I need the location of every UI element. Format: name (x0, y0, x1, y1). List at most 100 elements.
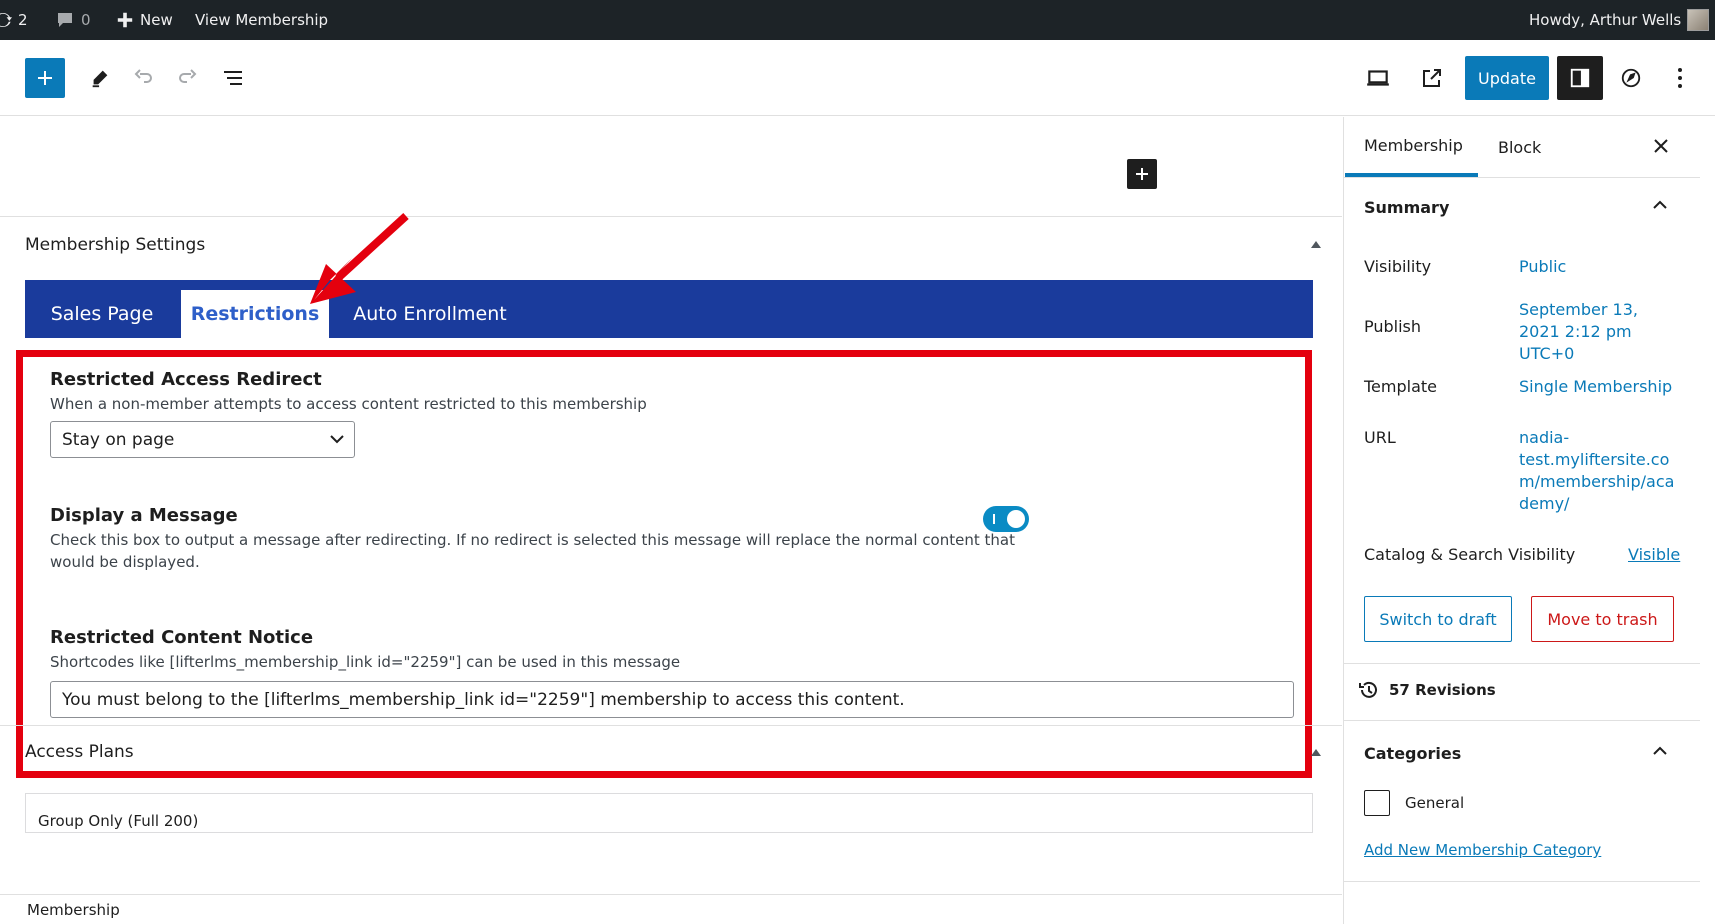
redirect-title: Restricted Access Redirect (50, 369, 322, 390)
redirect-select[interactable]: Stay on page (50, 421, 355, 458)
admin-bar: 2 0 New View Membership Howdy, Arthur We… (0, 0, 1715, 40)
redo-button[interactable] (170, 60, 206, 96)
chevron-up-icon[interactable] (1653, 200, 1667, 210)
annotation-arrow (310, 213, 409, 304)
template-label: Template (1364, 377, 1438, 396)
publish-line-3: UTC+0 (1519, 344, 1575, 363)
url-line-1: nadia- (1519, 428, 1570, 447)
publish-date-link[interactable]: September 13, 2021 2:12 pm UTC+0 (1519, 299, 1669, 365)
summary-title[interactable]: Summary (1364, 198, 1449, 217)
message-title: Display a Message (50, 505, 238, 526)
url-line-2: test.myliftersite.co (1519, 450, 1670, 469)
revisions-link[interactable]: 57 Revisions (1357, 678, 1496, 702)
view-membership-link[interactable]: View Membership (195, 0, 328, 40)
settings-sidebar-toggle[interactable] (1557, 56, 1603, 100)
visibility-value[interactable]: Public (1519, 256, 1669, 278)
updates-link[interactable]: 2 (0, 0, 28, 40)
collapse-arrow-icon[interactable] (1311, 241, 1321, 248)
close-icon (1654, 139, 1668, 153)
more-options-button[interactable] (1662, 60, 1698, 96)
url-line-4: demy/ (1519, 494, 1570, 513)
avatar (1687, 9, 1710, 31)
settings-tabbar: Sales Page Restrictions Auto Enrollment (25, 280, 1313, 338)
publish-line-2: 2021 2:12 pm (1519, 322, 1632, 341)
block-inserter-button[interactable] (25, 58, 65, 98)
access-plan-item[interactable]: Group Only (Full 200) (25, 793, 1313, 833)
divider (1344, 720, 1700, 721)
editor-footer: Membership (0, 894, 1342, 924)
access-plans-title: Access Plans (25, 742, 134, 762)
url-link[interactable]: nadia- test.myliftersite.co m/membership… (1519, 427, 1675, 515)
notice-title: Restricted Content Notice (50, 627, 314, 648)
message-description-line2: would be displayed. (50, 553, 200, 571)
redo-icon (179, 69, 197, 83)
sidebar-icon (1570, 68, 1590, 88)
close-sidebar-button[interactable] (1646, 131, 1676, 161)
collapse-arrow-icon[interactable] (1311, 749, 1321, 756)
notice-input-value: You must belong to the [lifterlms_member… (62, 689, 905, 710)
comments-link[interactable]: 0 (55, 0, 91, 40)
catalog-visibility-label: Catalog & Search Visibility (1364, 545, 1576, 564)
undo-button[interactable] (125, 60, 161, 96)
tools-button[interactable] (82, 60, 118, 96)
block-appender-button[interactable] (1127, 159, 1157, 189)
publish-line-1: September 13, (1519, 300, 1638, 319)
revisions-label: 57 Revisions (1389, 681, 1496, 699)
preview-button[interactable] (1360, 60, 1396, 96)
access-plan-title: Group Only (Full 200) (38, 812, 199, 830)
notice-input[interactable]: You must belong to the [lifterlms_member… (50, 681, 1294, 718)
add-category-link[interactable]: Add New Membership Category (1364, 841, 1601, 859)
catalog-visibility-value[interactable]: Visible (1628, 544, 1688, 566)
pencil-icon (92, 70, 108, 88)
editor-canvas: Membership Settings Sales Page Restricti… (0, 117, 1342, 894)
tab-sales-page[interactable]: Sales Page (37, 290, 167, 338)
undo-icon (134, 69, 152, 83)
list-view-icon (224, 71, 242, 85)
divider (0, 216, 1342, 217)
membership-settings-title: Membership Settings (25, 235, 206, 255)
new-label: New (140, 11, 173, 29)
history-icon (1359, 681, 1377, 698)
external-link-icon (1423, 69, 1441, 87)
update-button[interactable]: Update (1465, 56, 1549, 100)
user-account-menu[interactable]: Howdy, Arthur Wells (1529, 0, 1710, 40)
url-line-3: m/membership/aca (1519, 472, 1675, 491)
breadcrumb[interactable]: Membership (27, 901, 120, 919)
view-post-button[interactable] (1414, 60, 1450, 96)
updates-count: 2 (18, 11, 28, 29)
new-content-link[interactable]: New (116, 0, 173, 40)
url-label: URL (1364, 428, 1396, 447)
settings-sidebar: Membership Block Summary Visibility Publ… (1343, 117, 1715, 924)
move-to-trash-button[interactable]: Move to trash (1531, 596, 1674, 642)
desktop-icon (1367, 70, 1389, 86)
plus-icon (116, 11, 134, 29)
notice-description: Shortcodes like [lifterlms_membership_li… (50, 653, 681, 671)
template-value[interactable]: Single Membership (1519, 376, 1689, 398)
plus-icon (38, 71, 52, 85)
category-general-checkbox[interactable] (1364, 790, 1390, 816)
divider (0, 725, 1342, 726)
comments-count: 0 (81, 11, 91, 29)
divider (1344, 663, 1700, 664)
rocket-icon (1621, 68, 1641, 88)
categories-title[interactable]: Categories (1364, 744, 1461, 763)
plugin-button[interactable] (1613, 60, 1649, 96)
view-membership-label: View Membership (195, 11, 329, 29)
editor-header: Update (0, 40, 1715, 116)
sidebar-tab-membership[interactable]: Membership (1345, 117, 1478, 177)
toggle-on-indicator (993, 514, 995, 524)
sidebar-tab-block[interactable]: Block (1498, 117, 1558, 177)
category-general-label: General (1405, 794, 1465, 812)
message-description-line1: Check this box to output a message after… (50, 531, 1015, 549)
switch-to-draft-button[interactable]: Switch to draft (1364, 596, 1512, 642)
visibility-label: Visibility (1364, 257, 1432, 276)
plus-icon (1136, 168, 1148, 180)
toggle-knob (1007, 510, 1025, 528)
divider (1344, 881, 1700, 882)
divider (1344, 177, 1700, 178)
document-overview-button[interactable] (215, 60, 251, 96)
chevron-down-icon (330, 435, 344, 444)
display-message-toggle[interactable] (983, 506, 1029, 532)
updates-icon (0, 11, 12, 29)
chevron-up-icon[interactable] (1653, 746, 1667, 756)
